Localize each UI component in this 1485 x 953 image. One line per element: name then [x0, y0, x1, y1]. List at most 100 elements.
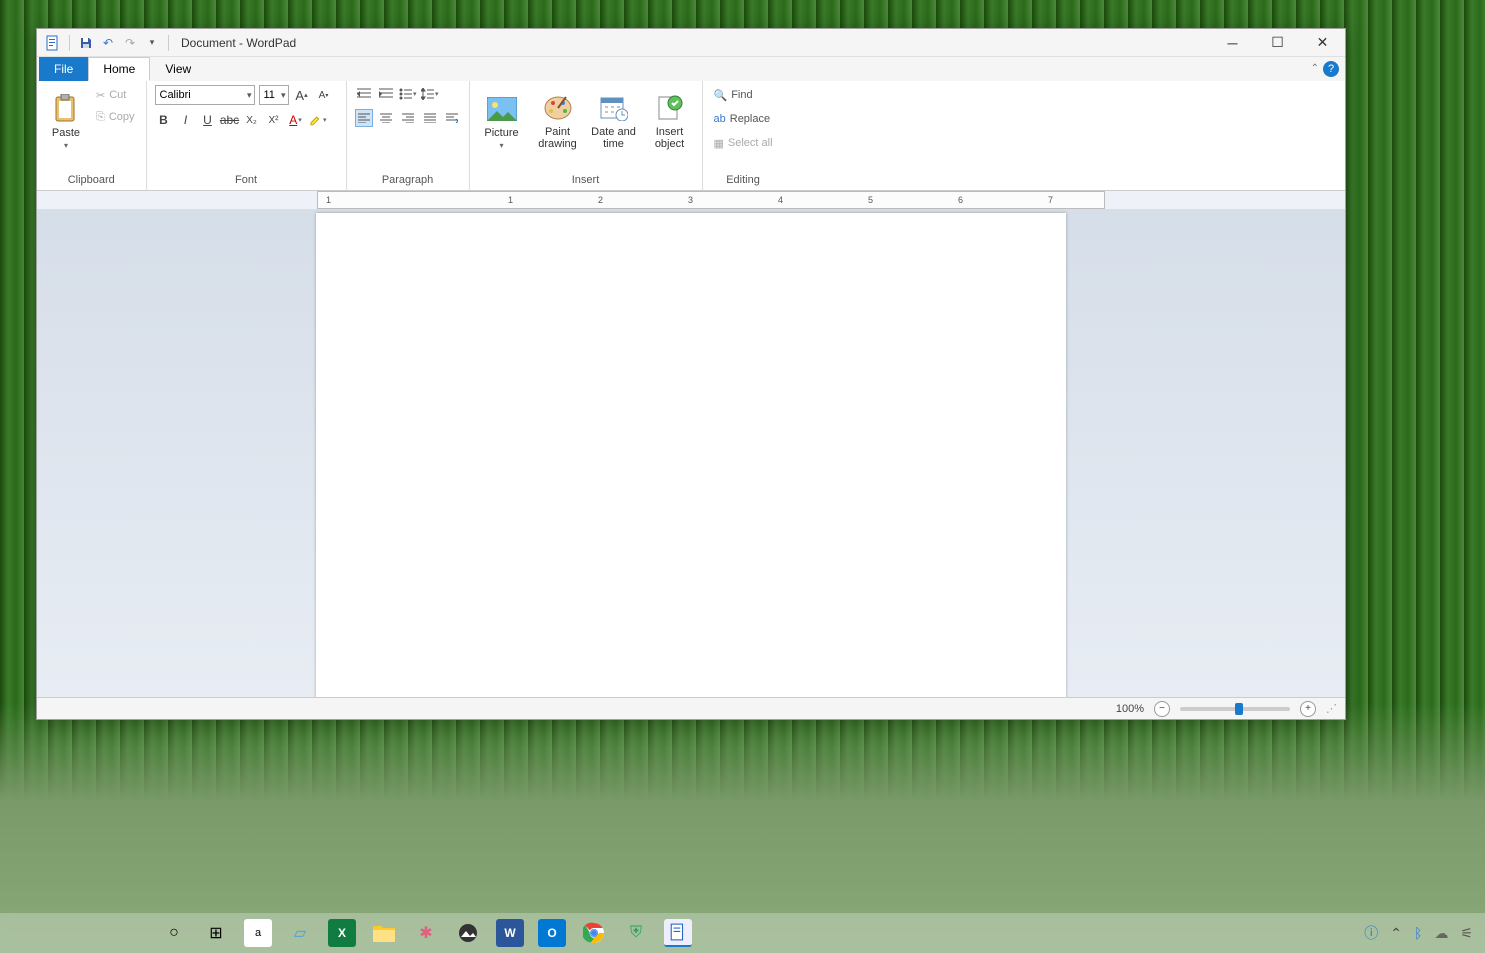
redo-icon[interactable]: ↷ [120, 33, 140, 53]
grow-font-button[interactable]: A▴ [293, 86, 311, 104]
taskbar-app-access[interactable]: a [244, 919, 272, 947]
resize-grip-icon[interactable]: ⋰ [1326, 702, 1337, 715]
zoom-percent: 100% [1116, 703, 1144, 715]
ruler-mark: 3 [688, 195, 693, 205]
insert-group-label: Insert [478, 172, 694, 188]
ruler[interactable]: 1 1 2 3 4 5 6 7 [37, 191, 1345, 209]
taskbar-app-excel[interactable]: X [328, 919, 356, 947]
ruler-mark: 1 [508, 195, 513, 205]
bullets-button[interactable] [399, 85, 417, 103]
group-insert: Picture ▾ Paint drawing Date and time [470, 81, 703, 190]
select-all-button[interactable]: ▦ Select all [711, 133, 776, 153]
replace-button[interactable]: ab Replace [711, 109, 776, 129]
decrease-indent-button[interactable] [355, 85, 373, 103]
zoom-thumb[interactable] [1235, 703, 1243, 715]
paint-drawing-button[interactable]: Paint drawing [534, 85, 582, 157]
bold-button[interactable]: B [155, 111, 173, 129]
find-button[interactable]: 🔍 Find [711, 85, 776, 105]
font-size-combo[interactable]: 11 [259, 85, 289, 105]
ruler-mark: 7 [1048, 195, 1053, 205]
taskbar-app-outlook[interactable]: O [538, 919, 566, 947]
paragraph-dialog-button[interactable] [443, 109, 461, 127]
task-view-icon[interactable]: ⊞ [202, 919, 230, 947]
status-bar: 100% − + ⋰ [37, 697, 1345, 719]
select-all-icon: ▦ [714, 137, 724, 150]
workspace: 1 1 2 3 4 5 6 7 [37, 191, 1345, 697]
taskbar-app-word[interactable]: W [496, 919, 524, 947]
paste-label: Paste [52, 127, 80, 139]
increase-indent-button[interactable] [377, 85, 395, 103]
palette-icon [542, 92, 574, 124]
underline-button[interactable]: U [199, 111, 217, 129]
justify-button[interactable] [421, 109, 439, 127]
copy-icon: ⎘ [96, 111, 105, 124]
taskbar-app-stickynotes[interactable]: ▱ [286, 919, 314, 947]
date-time-button[interactable]: Date and time [590, 85, 638, 157]
taskbar-app-explorer[interactable] [370, 919, 398, 947]
ribbon: Paste ▾ ✂ Cut ⎘ Copy Clipboard [37, 81, 1345, 191]
replace-label: Replace [730, 113, 770, 125]
paint-label: Paint drawing [534, 126, 582, 150]
superscript-button[interactable]: X² [265, 111, 283, 129]
tab-view[interactable]: View [150, 57, 206, 81]
font-color-button[interactable]: A [287, 111, 305, 129]
copy-button[interactable]: ⎘ Copy [93, 107, 138, 127]
shrink-font-button[interactable]: A▾ [315, 86, 333, 104]
collapse-ribbon-icon[interactable]: ⌃ [1311, 63, 1319, 74]
title-bar[interactable]: ↶ ↷ ▾ Document - WordPad ─ ☐ ✕ [37, 29, 1345, 57]
tray-help-icon[interactable]: ⓘ [1364, 923, 1378, 943]
tray-bluetooth-icon[interactable]: ᛒ [1414, 925, 1422, 941]
qat-customize-icon[interactable]: ▾ [142, 33, 162, 53]
ruler-mark: 5 [868, 195, 873, 205]
minimize-button[interactable]: ─ [1210, 29, 1255, 57]
cut-button[interactable]: ✂ Cut [93, 85, 138, 105]
group-font: Calibri 11 A▴ A▾ B I U abc X₂ X² A [147, 81, 347, 190]
paste-button[interactable]: Paste ▾ [45, 85, 87, 157]
maximize-button[interactable]: ☐ [1255, 29, 1300, 57]
insert-object-button[interactable]: Insert object [646, 85, 694, 157]
document-page[interactable] [316, 213, 1066, 697]
taskbar-app-wordpad[interactable] [664, 919, 692, 947]
zoom-out-button[interactable]: − [1154, 701, 1170, 717]
close-button[interactable]: ✕ [1300, 29, 1345, 57]
tray-wifi-icon[interactable]: ⚟ [1460, 925, 1473, 942]
cortana-icon[interactable]: ○ [160, 919, 188, 947]
taskbar[interactable]: ○ ⊞ a ▱ X ✱ W O ⛨ ⓘ ⌃ ᛒ ☁ ⚟ [0, 913, 1485, 953]
zoom-slider[interactable] [1180, 707, 1290, 711]
undo-icon[interactable]: ↶ [98, 33, 118, 53]
document-area[interactable] [37, 209, 1345, 697]
editing-group-label: Editing [711, 172, 776, 188]
replace-icon: ab [714, 113, 726, 125]
zoom-in-button[interactable]: + [1300, 701, 1316, 717]
tray-onedrive-icon[interactable]: ☁ [1434, 925, 1448, 942]
font-group-label: Font [155, 172, 338, 188]
group-paragraph: Paragraph [347, 81, 470, 190]
subscript-button[interactable]: X₂ [243, 111, 261, 129]
taskbar-app-photos[interactable] [454, 919, 482, 947]
object-icon [654, 92, 686, 124]
strikethrough-button[interactable]: abc [221, 111, 239, 129]
help-icon[interactable]: ? [1323, 61, 1339, 77]
taskbar-app-snip[interactable]: ✱ [412, 919, 440, 947]
save-icon[interactable] [76, 33, 96, 53]
picture-label: Picture [484, 127, 518, 139]
picture-button[interactable]: Picture ▾ [478, 85, 526, 157]
tab-home[interactable]: Home [88, 57, 150, 81]
ruler-mark: 1 [326, 195, 331, 205]
taskbar-app-chrome[interactable] [580, 919, 608, 947]
wordpad-window: ↶ ↷ ▾ Document - WordPad ─ ☐ ✕ File Home… [36, 28, 1346, 720]
taskbar-app-security[interactable]: ⛨ [622, 919, 650, 947]
font-name-combo[interactable]: Calibri [155, 85, 255, 105]
italic-button[interactable]: I [177, 111, 195, 129]
align-left-button[interactable] [355, 109, 373, 127]
app-icon[interactable] [43, 33, 63, 53]
align-center-button[interactable] [377, 109, 395, 127]
find-label: Find [731, 89, 752, 101]
cut-label: Cut [109, 89, 126, 101]
datetime-label: Date and time [590, 126, 638, 150]
align-right-button[interactable] [399, 109, 417, 127]
line-spacing-button[interactable] [421, 85, 439, 103]
tray-overflow-icon[interactable]: ⌃ [1390, 925, 1402, 942]
tab-file[interactable]: File [39, 57, 88, 81]
highlight-button[interactable] [309, 111, 327, 129]
